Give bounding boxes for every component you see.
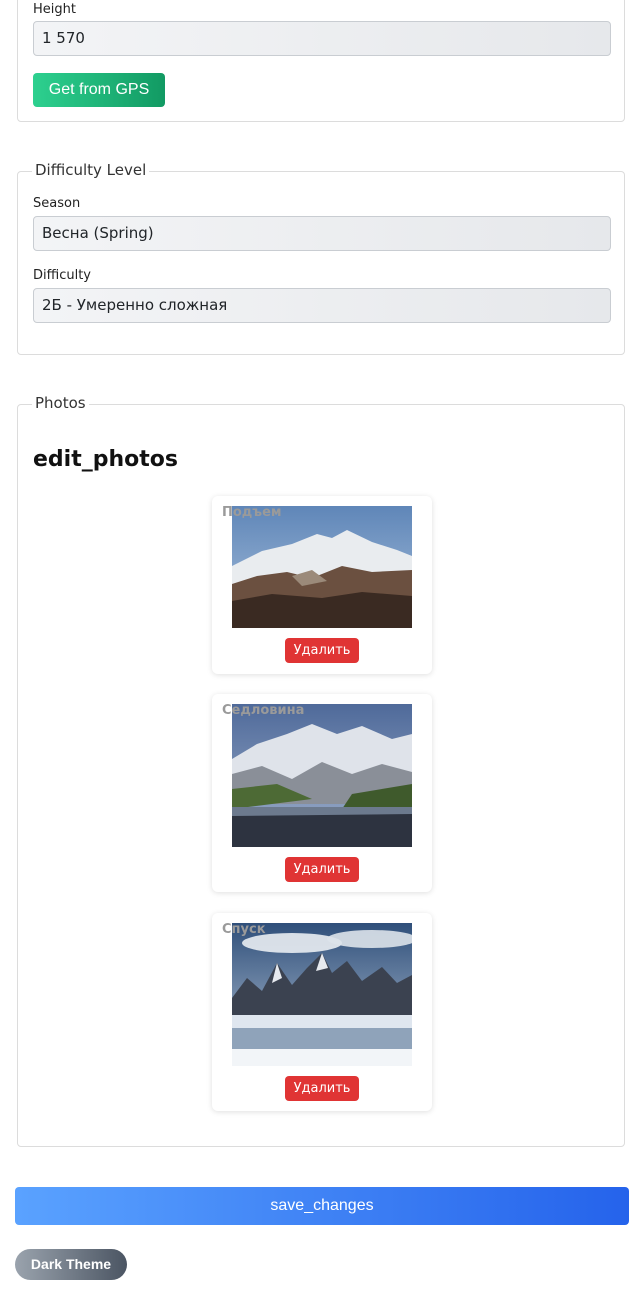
glacier-lake-photo: [232, 704, 412, 847]
difficulty-legend: Difficulty Level: [32, 159, 150, 181]
snowy-ridge-photo: [232, 506, 412, 628]
delete-photo-button[interactable]: Удалить: [285, 857, 359, 882]
difficulty-fieldset: Difficulty Level Season Весна (Spring) D…: [17, 159, 625, 355]
dark-theme-toggle[interactable]: Dark Theme: [15, 1249, 127, 1280]
season-select[interactable]: Весна (Spring): [33, 216, 611, 251]
edit-photos-heading: edit_photos: [33, 447, 178, 472]
photo-caption: Спуск: [222, 922, 266, 937]
photos-fieldset: Photos edit_photos Подъем Удалить Седлов…: [17, 392, 625, 1147]
difficulty-select[interactable]: 2Б - Умеренно сложная: [33, 288, 611, 323]
height-input[interactable]: 1 570: [33, 21, 611, 56]
save-changes-button[interactable]: save_changes: [15, 1187, 629, 1225]
season-label: Season: [33, 196, 81, 211]
height-label: Height: [33, 2, 76, 17]
photo-card: Седловина Удалить: [212, 694, 432, 892]
photos-legend: Photos: [32, 392, 89, 414]
delete-photo-button[interactable]: Удалить: [285, 638, 359, 663]
delete-photo-button[interactable]: Удалить: [285, 1076, 359, 1101]
photo-card: Спуск Удалить: [212, 913, 432, 1111]
photo-caption: Седловина: [222, 703, 305, 718]
get-from-gps-button[interactable]: Get from GPS: [33, 73, 165, 107]
photo-caption: Подъем: [222, 505, 282, 520]
difficulty-label: Difficulty: [33, 268, 91, 283]
jagged-peaks-lake-photo: [232, 923, 412, 1066]
photo-card: Подъем Удалить: [212, 496, 432, 674]
location-fieldset: Height 1 570 Get from GPS: [17, 0, 625, 122]
